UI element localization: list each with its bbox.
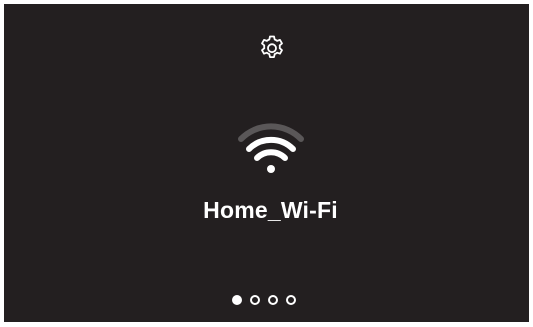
page-dot-3[interactable] (268, 295, 278, 305)
wifi-signal-icon (237, 123, 305, 177)
gear-icon[interactable] (257, 33, 287, 63)
wifi-status-screen: Home_Wi-Fi (4, 4, 529, 322)
page-dot-1[interactable] (232, 295, 242, 305)
page-indicator (232, 291, 322, 309)
network-name: Home_Wi-Fi (203, 197, 338, 223)
page-dot-2[interactable] (250, 295, 260, 305)
page-dot-4[interactable] (286, 295, 296, 305)
